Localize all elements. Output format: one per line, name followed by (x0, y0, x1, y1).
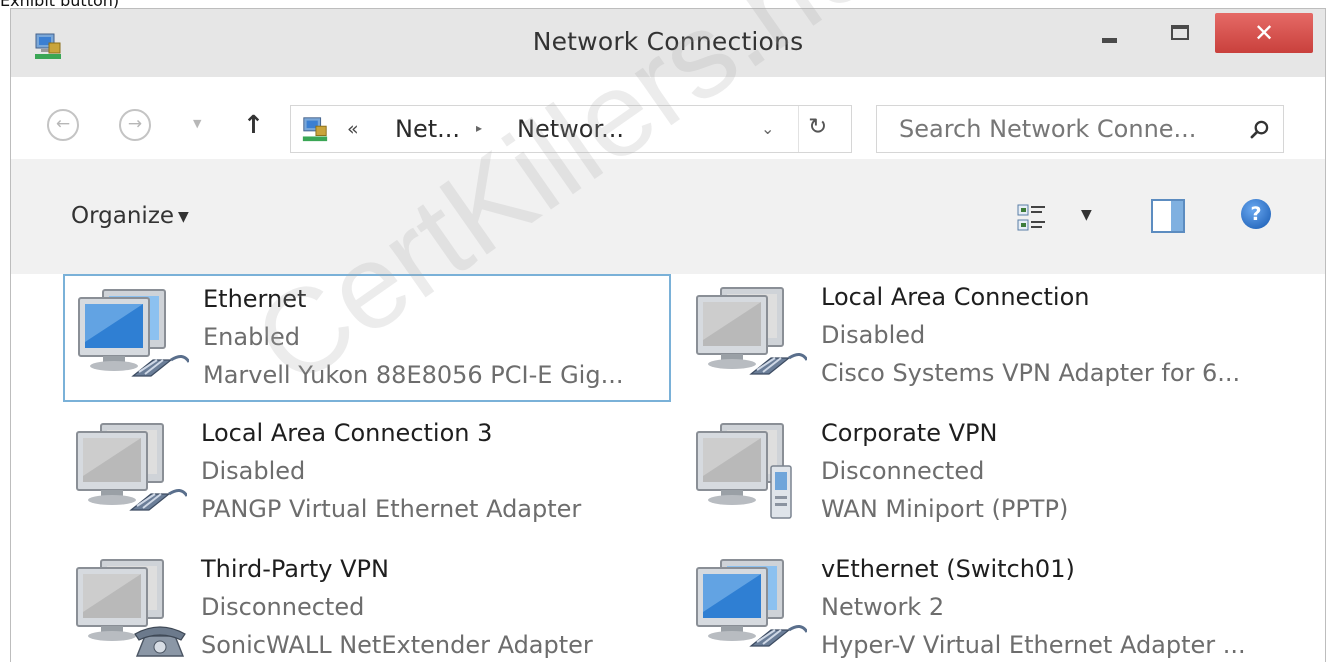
connection-device: Marvell Yukon 88E8056 PCI-E Gig... (203, 361, 624, 389)
connection-item[interactable]: Local Area Connection 3 Disabled PANGP Vir… (63, 410, 671, 538)
connection-status: Disconnected (821, 457, 985, 485)
ethernet-adapter-icon (73, 284, 191, 394)
connection-details: Local Area Connection 3 Disabled PANGP Vir… (201, 414, 581, 528)
connection-name: Third-Party VPN (201, 555, 389, 583)
breadcrumb-separator-icon[interactable]: ▸ (476, 121, 482, 135)
connection-item[interactable]: Local Area Connection Disabled Cisco Syste… (683, 274, 1291, 402)
connection-device: Hyper-V Virtual Ethernet Adapter ... (821, 631, 1246, 659)
connection-status: Disabled (821, 321, 926, 349)
connection-device: PANGP Virtual Ethernet Adapter (201, 495, 582, 523)
address-dropdown-button[interactable]: ⌄ (761, 119, 774, 138)
connection-name: Local Area Connection 3 (201, 419, 493, 447)
connection-details: Corporate VPN Disconnected WAN Miniport (P… (821, 414, 1068, 528)
ethernet-adapter-icon-disabled (691, 282, 809, 392)
ethernet-adapter-icon-disabled (71, 418, 189, 528)
minimize-button[interactable] (1089, 13, 1131, 53)
breadcrumb-item[interactable]: Net... (395, 115, 460, 143)
breadcrumb-overflow-button[interactable]: « (347, 118, 359, 140)
close-button[interactable]: ✕ (1215, 13, 1313, 53)
connection-name: Corporate VPN (821, 419, 998, 447)
connection-device: WAN Miniport (PPTP) (821, 495, 1069, 523)
connection-device: Cisco Systems VPN Adapter for 6... (821, 359, 1241, 387)
search-box[interactable]: Search Network Conne... (876, 105, 1284, 153)
preview-pane-button[interactable] (1151, 199, 1185, 233)
recent-locations-button[interactable]: ▼ (193, 117, 201, 130)
organize-menu[interactable]: Organize ▼ (71, 203, 189, 229)
dialup-phone-icon (71, 554, 187, 662)
connection-details: vEthernet (Switch01) Network 2 Hyper-V Vir… (821, 550, 1246, 662)
view-options-chevron-icon[interactable]: ▼ (1081, 207, 1092, 223)
maximize-button[interactable] (1159, 13, 1201, 53)
search-input[interactable]: Search Network Conne... (899, 115, 1196, 143)
connection-details: Third-Party VPN Disconnected SonicWALL Net… (201, 550, 593, 662)
maximize-icon (1171, 25, 1189, 40)
preview-pane-icon (1171, 201, 1183, 231)
connection-name: vEthernet (Switch01) (821, 555, 1075, 583)
chevron-down-icon: ▼ (178, 209, 189, 225)
connection-details: Ethernet Enabled Marvell Yukon 88E8056 PCI… (203, 280, 623, 394)
connection-details: Local Area Connection Disabled Cisco Syste… (821, 278, 1240, 392)
connections-list: Ethernet Enabled Marvell Yukon 88E8056 PCI… (11, 274, 1325, 662)
connection-name: Ethernet (203, 285, 307, 313)
help-button[interactable]: ? (1241, 199, 1271, 229)
connection-status: Disconnected (201, 593, 365, 621)
forward-button[interactable]: → (119, 109, 151, 141)
connection-device: SonicWALL NetExtender Adapter (201, 631, 593, 659)
ethernet-adapter-icon (691, 554, 809, 662)
refresh-button[interactable]: ↻ (808, 114, 827, 140)
search-icon[interactable] (1250, 120, 1269, 139)
command-bar: Organize ▼ ▼ ? (11, 159, 1325, 274)
connection-item[interactable]: vEthernet (Switch01) Network 2 Hyper-V Vir… (683, 546, 1291, 662)
organize-label: Organize (71, 203, 175, 229)
connection-status: Disabled (201, 457, 306, 485)
change-view-icon[interactable] (1015, 201, 1049, 235)
back-button[interactable]: ← (47, 109, 79, 141)
address-bar[interactable]: « Net... ▸ Networ... ⌄ ↻ (290, 105, 852, 153)
connection-item[interactable]: Corporate VPN Disconnected WAN Miniport (P… (683, 410, 1291, 538)
control-panel-icon (302, 117, 328, 142)
explorer-window: Network Connections ✕ ← → ▼ ↑ « Net... ▸… (10, 8, 1326, 662)
up-button[interactable]: ↑ (243, 110, 264, 139)
vpn-server-icon (691, 418, 807, 528)
navigation-bar: ← → ▼ ↑ « Net... ▸ Networ... ⌄ ↻ Search … (11, 77, 1325, 159)
connection-status: Enabled (203, 323, 300, 351)
connection-item[interactable]: Ethernet Enabled Marvell Yukon 88E8056 PCI… (63, 274, 671, 402)
breadcrumb-item[interactable]: Networ... (517, 115, 624, 143)
connection-item[interactable]: Third-Party VPN Disconnected SonicWALL Net… (63, 546, 671, 662)
close-icon: ✕ (1253, 19, 1275, 47)
connection-name: Local Area Connection (821, 283, 1090, 311)
title-bar[interactable]: Network Connections ✕ (11, 9, 1325, 77)
minimize-icon (1102, 38, 1117, 43)
address-divider (798, 106, 799, 152)
connection-status: Network 2 (821, 593, 945, 621)
